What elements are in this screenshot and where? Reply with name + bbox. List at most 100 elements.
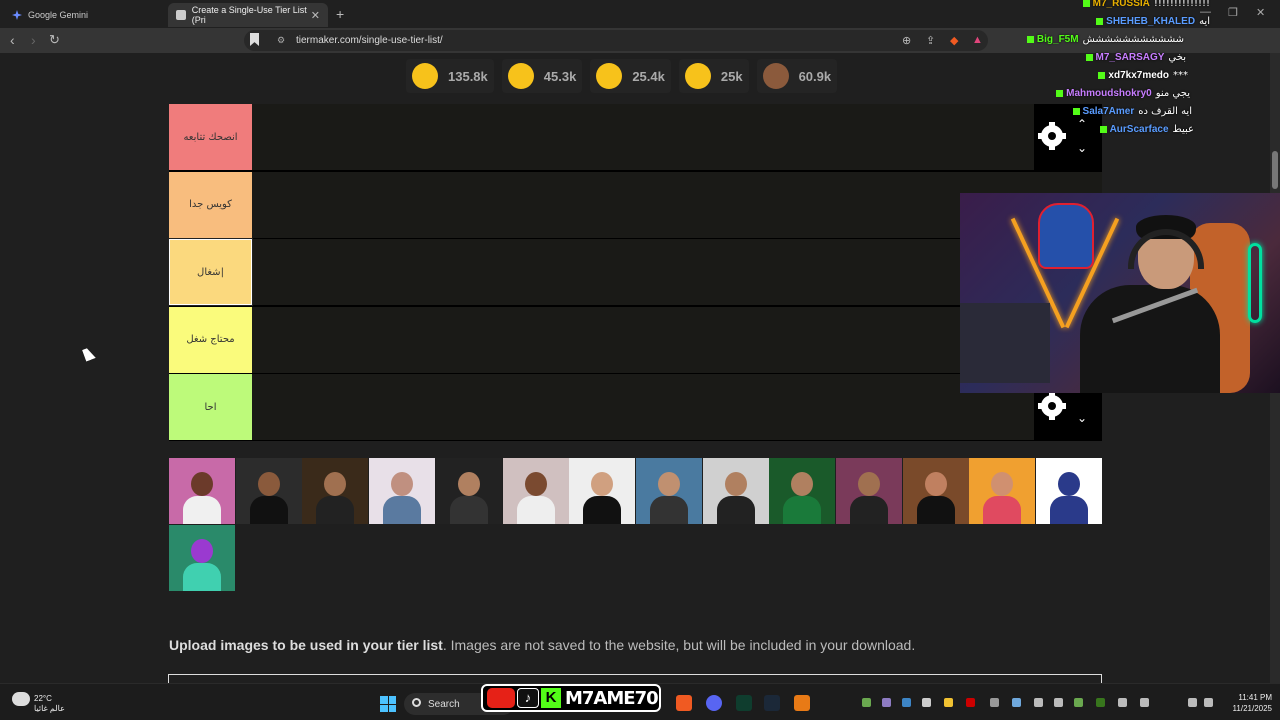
- tray-icon[interactable]: [922, 698, 931, 707]
- clock-time: 11:41 PM: [1238, 693, 1272, 702]
- tray-icon[interactable]: [966, 698, 975, 707]
- kick-badge-icon: [1026, 35, 1034, 43]
- tray-icon[interactable]: [1074, 698, 1083, 707]
- reaction-button[interactable]: 135.8k: [406, 59, 494, 93]
- tier-item-image[interactable]: [769, 458, 836, 524]
- tier-item-image[interactable]: [969, 458, 1036, 524]
- chat-message: Sala7Amer ايه القرف ده: [1072, 106, 1192, 117]
- portrait-body: [916, 496, 955, 524]
- reaction-count: 25.4k: [632, 68, 665, 84]
- reload-icon[interactable]: ↻: [49, 32, 60, 48]
- chat-message: Mahmoudshokry0 يجي منو: [1056, 88, 1190, 99]
- brave-rewards-icon[interactable]: ▲: [972, 34, 983, 46]
- tier-item-image[interactable]: [369, 458, 436, 524]
- app-taskbar-icon[interactable]: [794, 695, 810, 711]
- new-tab-icon[interactable]: +: [336, 6, 344, 22]
- tier-item-image[interactable]: [169, 458, 235, 524]
- chat-message: Big_F5M ششششششششششش: [1026, 34, 1184, 45]
- tray-icon[interactable]: [944, 698, 953, 707]
- tray-icon[interactable]: [1118, 698, 1127, 707]
- upload-dropzone[interactable]: [168, 674, 1102, 683]
- windows-taskbar: 22°C عالم غائيا Search ♪ K M7AME70 11:41…: [0, 683, 1280, 720]
- bookmark-icon[interactable]: [250, 33, 259, 46]
- weather-widget[interactable]: 22°C عالم غائيا: [34, 694, 65, 714]
- brave-shield-icon[interactable]: ◆: [950, 34, 958, 47]
- scrollbar-thumb[interactable]: [1272, 151, 1278, 189]
- tier-item-image[interactable]: [702, 458, 769, 524]
- weather-description: عالم غائيا: [34, 704, 65, 713]
- chat-message: xd7kx7medo ***: [1098, 70, 1188, 81]
- move-down-icon[interactable]: ⌄: [1077, 142, 1087, 154]
- chat-text: عبيط: [1172, 124, 1195, 135]
- back-icon[interactable]: ‹: [10, 32, 15, 48]
- move-down-icon[interactable]: ⌄: [1077, 412, 1087, 424]
- tier-item-image[interactable]: [435, 458, 502, 524]
- tier-item-image[interactable]: [235, 458, 302, 524]
- tab-tiermaker[interactable]: Create a Single-Use Tier List (Pri ✕: [168, 3, 328, 27]
- chat-message: M7_SARSAGY بخي: [1085, 52, 1186, 63]
- tier-item-image[interactable]: [635, 458, 702, 524]
- tray-icon[interactable]: [862, 698, 871, 707]
- chat-username: M7_SARSAGY: [1095, 52, 1165, 63]
- address-bar[interactable]: ⚙ tiermaker.com/single-use-tier-list/ ⊕ …: [244, 30, 988, 51]
- streamer-webcam: [960, 193, 1280, 393]
- close-tab-icon[interactable]: ✕: [311, 9, 320, 22]
- tray-icon[interactable]: [902, 698, 911, 707]
- microphone-icon[interactable]: [1140, 698, 1149, 707]
- clock[interactable]: 11:41 PM 11/21/2025: [1222, 692, 1272, 714]
- zoom-icon[interactable]: ⊕: [902, 34, 911, 47]
- reaction-button[interactable]: 45.3k: [501, 59, 583, 93]
- tier-item-image[interactable]: [1036, 458, 1103, 524]
- share-icon[interactable]: ⇪: [926, 34, 935, 47]
- tray-icon[interactable]: [1054, 698, 1063, 707]
- cloud-icon[interactable]: [12, 692, 30, 706]
- portrait-body: [183, 563, 221, 591]
- tier-label[interactable]: كويس جدا: [169, 171, 252, 238]
- volume-icon[interactable]: [1204, 698, 1213, 707]
- chat-text: ***: [1173, 70, 1188, 81]
- tray-icon[interactable]: [1034, 698, 1043, 707]
- tier-item-image[interactable]: [169, 525, 235, 591]
- tier-item-image[interactable]: [302, 458, 369, 524]
- upload-instructions-bold: Upload images to be used in your tier li…: [169, 637, 443, 653]
- streamer-body: [1080, 285, 1220, 393]
- reaction-count: 135.8k: [448, 68, 488, 84]
- brave-taskbar-icon[interactable]: [676, 695, 692, 711]
- tier-label[interactable]: شغال|: [168, 238, 253, 307]
- tray-icon[interactable]: [1012, 698, 1021, 707]
- kick-badge-icon: [1096, 17, 1104, 25]
- site-info-icon[interactable]: ⚙: [277, 35, 285, 46]
- tiermaker-icon: [176, 10, 186, 20]
- tier-label[interactable]: انصحك تتابعه: [169, 104, 252, 170]
- tier-item-image[interactable]: [502, 458, 569, 524]
- network-icon[interactable]: [1188, 698, 1197, 707]
- tier-label[interactable]: احا: [169, 374, 252, 441]
- tier-item-image[interactable]: [569, 458, 636, 524]
- portrait-head: [391, 472, 414, 496]
- portrait-head: [1058, 472, 1081, 496]
- portrait-body: [249, 496, 288, 524]
- tiktok-icon: ♪: [517, 688, 539, 708]
- tier-label[interactable]: محتاج شغل: [169, 306, 252, 373]
- tray-icon[interactable]: [990, 698, 999, 707]
- forward-icon[interactable]: ›: [31, 32, 36, 48]
- tab-google-gemini[interactable]: Google Gemini: [4, 3, 164, 27]
- tray-icon[interactable]: [882, 698, 891, 707]
- settings-gear-icon[interactable]: [1038, 392, 1066, 421]
- kick-badge-icon: [1072, 107, 1080, 115]
- tier-row[interactable]: انصحك تتابعه ⌃ ⌄: [169, 104, 1102, 170]
- tray-icon[interactable]: [1096, 698, 1105, 707]
- reaction-button[interactable]: 25.4k: [590, 59, 671, 93]
- tier-item-image[interactable]: [902, 458, 969, 524]
- screen: Google Gemini Create a Single-Use Tier L…: [0, 0, 1280, 720]
- tears-of-joy-icon: [596, 63, 623, 89]
- reaction-button[interactable]: 25k: [678, 59, 749, 93]
- reaction-count: 60.9k: [798, 68, 832, 84]
- app-taskbar-icon[interactable]: [736, 695, 752, 711]
- windows-start-icon[interactable]: [380, 696, 396, 712]
- reaction-button[interactable]: 60.9k: [756, 59, 838, 93]
- steam-taskbar-icon[interactable]: [764, 695, 780, 711]
- discord-taskbar-icon[interactable]: [706, 695, 722, 711]
- tier-item-image[interactable]: [836, 458, 902, 524]
- portrait-head: [791, 472, 814, 496]
